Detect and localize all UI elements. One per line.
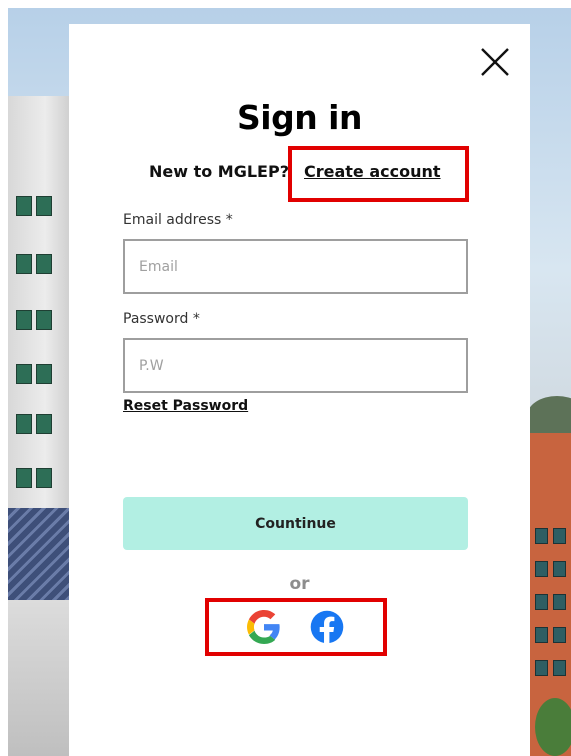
- email-label: Email address *: [123, 212, 233, 228]
- close-icon[interactable]: [479, 46, 511, 78]
- new-user-prompt: New to MGLEP?: [149, 162, 289, 181]
- building-left-lower: [8, 600, 70, 756]
- reset-password-link[interactable]: Reset Password: [123, 398, 248, 414]
- highlight-box-create-account: [288, 146, 469, 202]
- hill: [527, 396, 571, 436]
- google-icon[interactable]: [247, 610, 281, 644]
- solar-panels: [8, 508, 70, 600]
- password-label: Password *: [123, 311, 200, 327]
- or-divider: or: [289, 574, 310, 594]
- sign-in-modal: Sign in New to MGLEP? Create account Ema…: [69, 24, 530, 756]
- password-field[interactable]: [123, 338, 468, 393]
- continue-button[interactable]: Countinue: [123, 497, 468, 550]
- highlight-box-social: [205, 598, 387, 656]
- facebook-icon[interactable]: [310, 610, 344, 645]
- email-field[interactable]: [123, 239, 468, 294]
- page-title: Sign in: [237, 98, 363, 137]
- tree: [535, 698, 571, 756]
